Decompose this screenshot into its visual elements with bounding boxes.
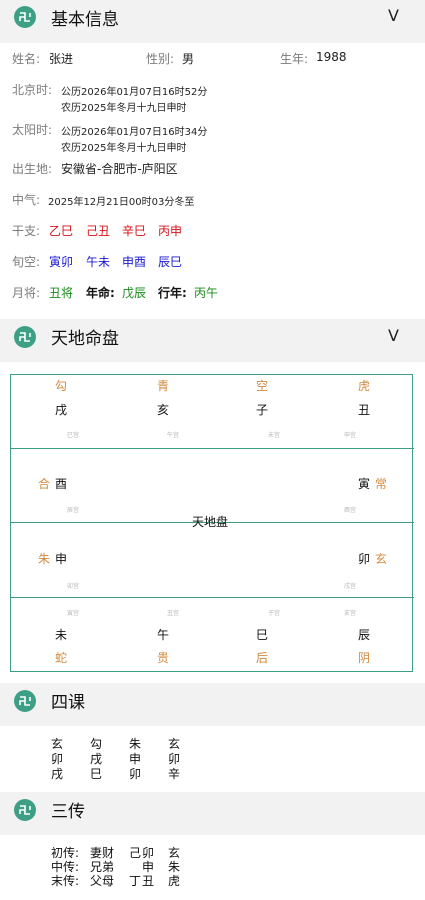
nianming-value: 戊辰 xyxy=(122,286,147,300)
branch-bottom-1: 未 xyxy=(55,628,68,642)
beijing-time-label: 北京时: xyxy=(12,83,53,97)
general-top-2: 青 xyxy=(157,379,170,393)
sike-cell: 戌 xyxy=(51,767,64,781)
palace-top-4: 申宫 xyxy=(344,432,357,439)
solar-time-solar: 公历2026年01月07日16时34分 xyxy=(61,127,208,138)
branch-top-3: 子 xyxy=(256,403,269,417)
sike-cell: 巳 xyxy=(90,767,103,781)
sanchuan-dungan: 己 xyxy=(129,846,142,860)
palace-top-1: 巳宫 xyxy=(67,432,80,439)
palace-top-3: 未宫 xyxy=(268,432,281,439)
gender-value: 男 xyxy=(182,52,195,66)
xunkong-1: 寅卯 xyxy=(49,255,74,269)
xunkong-4: 辰巳 xyxy=(158,255,183,269)
tiandi-header[interactable]: 天地命盘 V xyxy=(0,319,425,362)
palace-bottom-3: 子宫 xyxy=(268,610,281,617)
swastika-emblem-icon xyxy=(14,326,36,348)
general-left-lower: 朱 xyxy=(38,552,51,566)
birth-year-value: 1988 xyxy=(316,50,347,64)
ganzhi-label: 干支: xyxy=(12,224,41,238)
zhongqi-value: 2025年12月21日00时03分冬至 xyxy=(48,197,195,208)
sanchuan-branch: 丑 xyxy=(142,874,155,888)
general-bottom-3: 后 xyxy=(256,651,269,665)
birth-year-label: 生年: xyxy=(280,52,309,66)
birthplace-label: 出生地: xyxy=(12,162,53,176)
xunkong-label: 旬空: xyxy=(12,255,41,269)
board-divider xyxy=(10,597,414,598)
name-value: 张进 xyxy=(49,52,74,66)
chevron-down-icon[interactable]: V xyxy=(388,326,399,345)
branch-bottom-3: 巳 xyxy=(256,628,269,642)
general-bottom-4: 阴 xyxy=(358,651,371,665)
swastika-emblem-icon xyxy=(14,6,36,28)
general-top-3: 空 xyxy=(256,379,269,393)
general-bottom-1: 蛇 xyxy=(55,651,68,665)
xingnian-value: 丙午 xyxy=(194,286,219,300)
palace-left-lower: 卯宫 xyxy=(67,583,80,590)
zhongqi-label: 中气: xyxy=(12,193,41,207)
ganzhi-day: 辛巳 xyxy=(122,224,147,238)
branch-left-lower: 申 xyxy=(55,552,68,566)
palace-top-2: 午宫 xyxy=(167,432,180,439)
section-title: 天地命盘 xyxy=(51,329,119,349)
section-title: 三传 xyxy=(51,802,85,822)
branch-top-4: 丑 xyxy=(358,403,371,417)
birthplace-value: 安徽省-合肥市-庐阳区 xyxy=(61,162,178,176)
branch-right-upper: 寅 xyxy=(358,477,371,491)
ganzhi-year: 乙巳 xyxy=(49,224,74,238)
solar-time-label: 太阳时: xyxy=(12,123,53,137)
general-top-4: 虎 xyxy=(358,379,371,393)
branch-top-2: 亥 xyxy=(157,403,170,417)
yuejiang-value: 丑将 xyxy=(49,286,74,300)
sanchuan-general: 虎 xyxy=(168,874,181,888)
sanchuan-dungan: 丁 xyxy=(129,874,142,888)
tiandi-center-label: 天地盘 xyxy=(192,515,229,529)
palace-right-lower: 戌宫 xyxy=(344,583,357,590)
palace-right-upper: 酉宫 xyxy=(344,507,357,514)
swastika-emblem-icon xyxy=(14,690,36,712)
sanchuan-label: 末传: xyxy=(51,874,80,888)
solar-time-lunar: 农历2025年冬月十九日申时 xyxy=(61,143,187,154)
general-bottom-2: 贵 xyxy=(157,651,170,665)
sike-cell: 辛 xyxy=(168,767,181,781)
branch-right-lower: 卯 xyxy=(358,552,371,566)
gender-label: 性别: xyxy=(146,52,175,66)
ganzhi-month: 己丑 xyxy=(86,224,111,238)
palace-bottom-4: 亥宫 xyxy=(344,610,357,617)
yuejiang-label: 月将: xyxy=(12,286,41,300)
board-divider xyxy=(10,448,414,449)
chevron-down-icon[interactable]: V xyxy=(388,6,399,25)
branch-top-1: 戌 xyxy=(55,403,68,417)
xunkong-3: 申酉 xyxy=(122,255,147,269)
branch-bottom-2: 午 xyxy=(157,628,170,642)
branch-bottom-4: 辰 xyxy=(358,628,371,642)
general-top-1: 勾 xyxy=(55,379,68,393)
sanchuan-header[interactable]: 三传 xyxy=(0,792,425,835)
branch-left-upper: 酉 xyxy=(55,477,68,491)
basic-info-header[interactable]: 基本信息 V xyxy=(0,0,425,43)
xunkong-2: 午未 xyxy=(86,255,111,269)
palace-bottom-2: 丑宫 xyxy=(167,610,180,617)
palace-left-upper: 辰宫 xyxy=(67,507,80,514)
section-title: 基本信息 xyxy=(51,10,119,30)
general-right-lower: 玄 xyxy=(375,552,388,566)
ganzhi-hour: 丙申 xyxy=(158,224,183,238)
beijing-time-lunar: 农历2025年冬月十九日申时 xyxy=(61,103,187,114)
swastika-emblem-icon xyxy=(14,799,36,821)
xingnian-label: 行年: xyxy=(158,286,187,300)
name-label: 姓名: xyxy=(12,52,41,66)
sanchuan-liuqin: 父母 xyxy=(90,874,115,888)
sike-cell: 卯 xyxy=(129,767,142,781)
general-right-upper: 常 xyxy=(375,477,388,491)
section-title: 四课 xyxy=(51,693,85,713)
sike-header[interactable]: 四课 xyxy=(0,683,425,726)
general-left-upper: 合 xyxy=(38,477,51,491)
palace-bottom-1: 寅宫 xyxy=(67,610,80,617)
nianming-label: 年命: xyxy=(86,286,115,300)
beijing-time-solar: 公历2026年01月07日16时52分 xyxy=(61,87,208,98)
